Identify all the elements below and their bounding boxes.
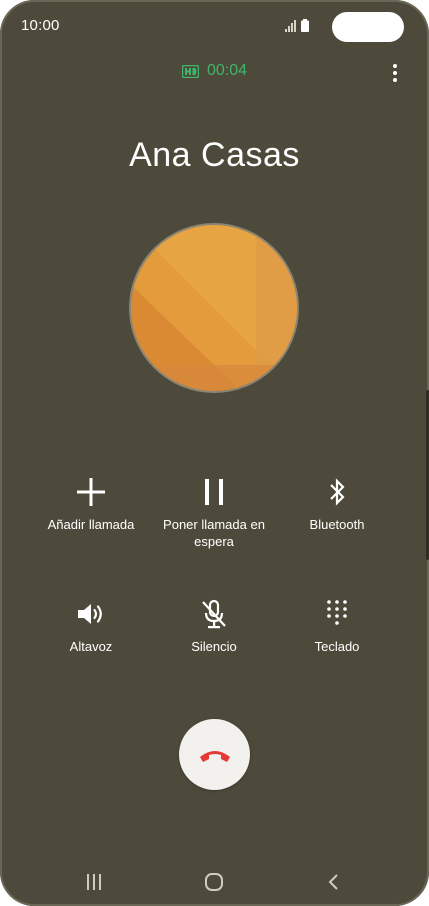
bluetooth-label: Bluetooth: [309, 517, 365, 532]
signal-icon: [285, 20, 296, 32]
more-options-button[interactable]: [386, 62, 404, 84]
contact-name: Ana Casas: [129, 136, 300, 174]
add-call-button[interactable]: Añadir llamada: [21, 476, 161, 533]
speaker-button[interactable]: Altavoz: [21, 598, 161, 655]
status-time: 10:00: [21, 17, 60, 34]
avatar-image: [131, 225, 297, 391]
home-icon: [205, 873, 223, 891]
navigation-bar: [0, 858, 429, 906]
pause-icon: [205, 479, 223, 505]
mute-label: Silencio: [191, 639, 237, 654]
mic-off-icon: [202, 599, 226, 629]
more-options-icon: [393, 64, 397, 68]
bluetooth-icon: [330, 478, 345, 506]
bluetooth-button[interactable]: Bluetooth: [267, 476, 407, 533]
hold-call-label: Poner llamada en espera: [163, 517, 265, 549]
battery-icon: [301, 19, 309, 32]
call-timer: 00:04: [206, 62, 248, 79]
call-timer-row: 00:04: [0, 62, 429, 80]
keypad-button[interactable]: Teclado: [267, 598, 407, 655]
add-icon: [77, 478, 105, 506]
end-call-button[interactable]: [179, 719, 250, 790]
speaker-label: Altavoz: [69, 639, 113, 654]
camera-cutout: [332, 12, 404, 42]
hd-voice-icon: [181, 64, 199, 78]
end-call-icon: [199, 750, 230, 762]
mute-button[interactable]: Silencio: [144, 598, 284, 655]
recent-apps-icon: [87, 874, 101, 890]
back-icon: [328, 874, 338, 890]
back-button[interactable]: [314, 870, 354, 894]
keypad-label: Teclado: [314, 639, 360, 654]
keypad-icon: [327, 600, 347, 625]
hold-call-button[interactable]: Poner llamada en espera: [144, 476, 284, 550]
phone-screen: 10:00 00:04 Ana Casas Añadir llamada Pon…: [0, 0, 429, 906]
recent-apps-button[interactable]: [74, 870, 114, 894]
add-call-label: Añadir llamada: [47, 517, 135, 532]
speaker-icon: [78, 604, 102, 624]
contact-avatar: [131, 225, 297, 391]
status-bar: 10:00: [0, 0, 429, 54]
status-icons: [285, 19, 309, 32]
home-button[interactable]: [194, 870, 234, 894]
